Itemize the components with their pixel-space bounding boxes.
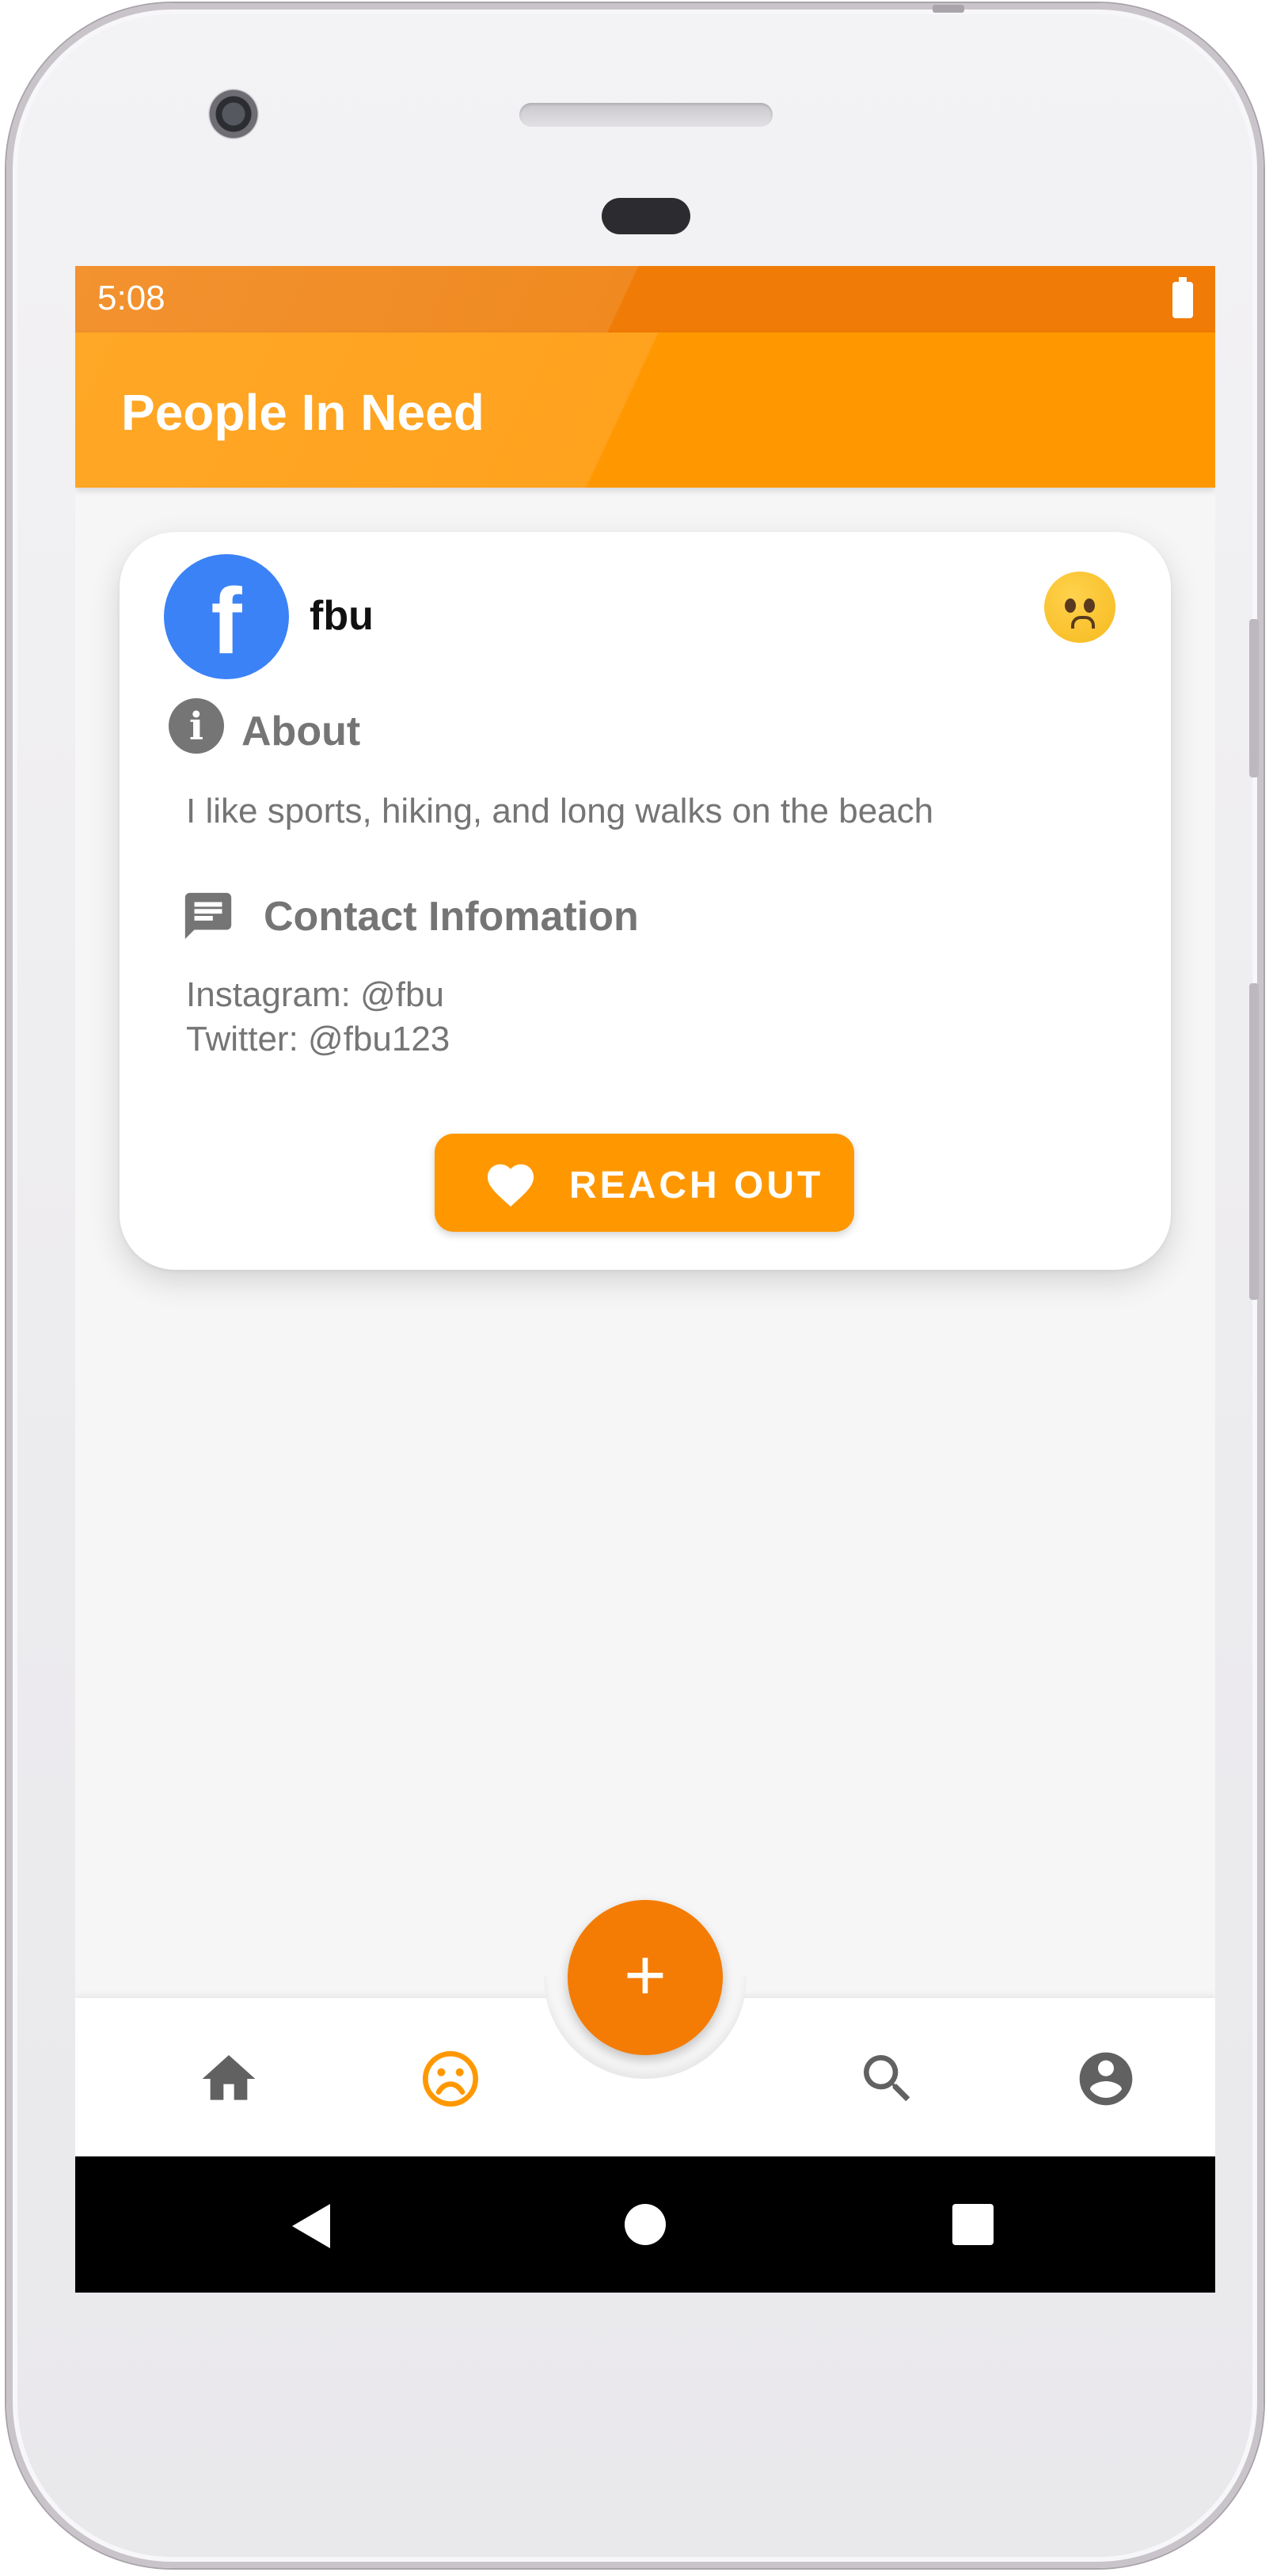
about-text: I like sports, hiking, and long walks on… (186, 792, 934, 830)
page-title: People In Need (121, 384, 484, 441)
reach-out-button[interactable]: REACH OUT (435, 1134, 854, 1232)
contact-instagram: Instagram: @fbu (186, 975, 444, 1014)
front-camera (208, 89, 259, 139)
avatar[interactable]: f (164, 554, 289, 679)
home-circle-icon[interactable] (625, 2204, 666, 2245)
sad-face-icon[interactable] (419, 2047, 482, 2111)
top-button (933, 5, 964, 13)
home-icon[interactable] (197, 2047, 260, 2111)
info-icon: i (169, 698, 224, 754)
contact-twitter: Twitter: @fbu123 (186, 1020, 450, 1058)
earpiece-speaker (519, 103, 773, 127)
username: fbu (310, 593, 374, 639)
add-fab[interactable]: + (568, 1900, 723, 2055)
account-circle-icon[interactable] (1074, 2047, 1138, 2111)
phone-frame: 5:08 People In Need f fbu i About I like… (6, 3, 1264, 2568)
power-button (1249, 983, 1259, 1300)
app-bar: People In Need (75, 332, 1215, 488)
about-heading: About (241, 709, 361, 754)
search-icon[interactable] (856, 2047, 919, 2111)
recents-icon[interactable] (952, 2204, 994, 2245)
battery-icon (1172, 277, 1193, 318)
contact-heading: Contact Infomation (264, 894, 639, 940)
chat-icon (184, 892, 232, 940)
screen: 5:08 People In Need f fbu i About I like… (75, 266, 1215, 2293)
reach-out-label: REACH OUT (569, 1165, 824, 1206)
heart-icon (487, 1164, 534, 1207)
status-time: 5:08 (97, 279, 165, 317)
volume-button (1249, 619, 1259, 777)
person-card: f fbu i About I like sports, hiking, and… (120, 532, 1171, 1270)
back-icon[interactable] (292, 2204, 330, 2248)
status-bar: 5:08 (75, 266, 1215, 332)
sad-face-emoji-icon (1044, 572, 1115, 643)
system-navigation-bar (75, 2156, 1215, 2293)
proximity-sensor (602, 198, 690, 234)
